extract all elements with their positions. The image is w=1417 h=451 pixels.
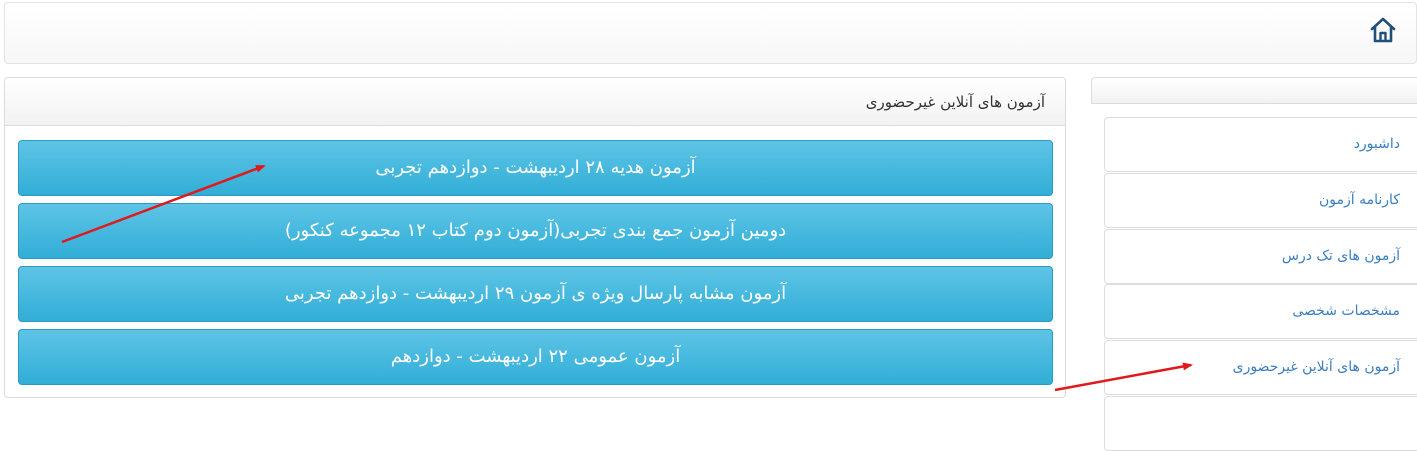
- exam-button-gift-28[interactable]: آزمون هدیه ۲۸ اردیبهشت - دوازدهم تجربی: [18, 140, 1053, 196]
- panel-title: آزمون های آنلاین غیرحضوری: [5, 78, 1065, 126]
- sidebar-item-dashboard[interactable]: داشبورد: [1104, 117, 1417, 172]
- exam-button-similar-29[interactable]: آزمون مشابه پارسال ویژه ی آزمون ۲۹ اردیب…: [18, 266, 1053, 322]
- exam-button-general-22[interactable]: آزمون عمومی ۲۲ اردیبهشت - دوازدهم: [18, 329, 1053, 385]
- sidebar-header: [1091, 77, 1417, 104]
- exam-button-summary-2[interactable]: دومین آزمون جمع بندی تجربی(آزمون دوم کتا…: [18, 203, 1053, 259]
- sidebar-item-report-card[interactable]: کارنامه آزمون: [1104, 173, 1417, 228]
- top-bar: [4, 2, 1417, 64]
- sidebar-item-single-subject-exams[interactable]: آزمون های تک درس: [1104, 229, 1417, 284]
- sidebar-item-next[interactable]: [1104, 396, 1417, 451]
- home-icon[interactable]: [1368, 15, 1398, 45]
- sidebar-item-online-exams[interactable]: آزمون های آنلاین غیرحضوری: [1104, 340, 1417, 395]
- online-exams-panel: آزمون های آنلاین غیرحضوری آزمون هدیه ۲۸ …: [4, 77, 1066, 398]
- sidebar-item-profile[interactable]: مشخصات شخصی: [1104, 284, 1417, 339]
